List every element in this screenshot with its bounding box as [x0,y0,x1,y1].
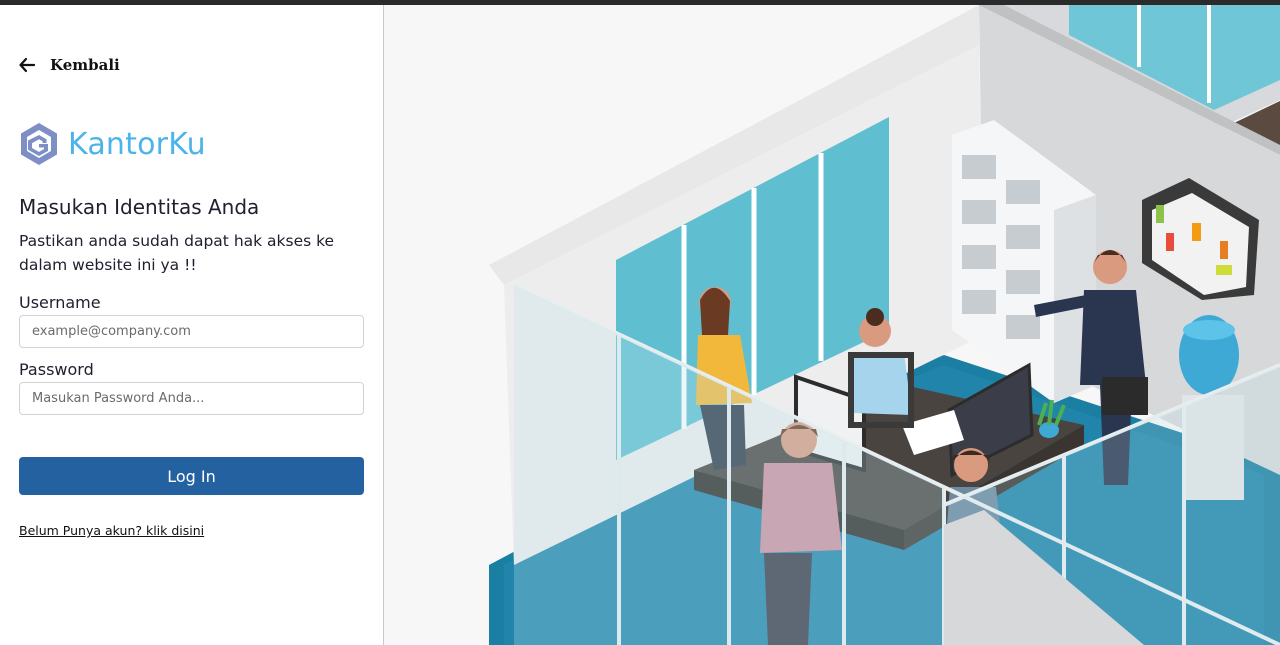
form-subtitle: Pastikan anda sudah dapat hak akses ke d… [19,232,335,274]
password-label: Password [19,360,94,379]
arrow-left-icon [19,57,36,73]
username-input[interactable] [19,315,364,348]
back-label: Kembali [50,56,120,74]
login-button[interactable]: Log In [19,457,364,495]
register-link[interactable]: Belum Punya akun? klik disini [19,523,204,538]
back-link[interactable]: Kembali [18,55,120,75]
username-label: Username [19,293,101,312]
office-illustration [489,5,1280,645]
password-input[interactable] [19,382,364,415]
login-panel: Kembali KantorKu Masukan Identitas Anda … [0,5,383,645]
office-illustration-panel [384,5,1280,645]
brand-logo: KantorKu [18,121,206,167]
hexagon-g-logo-icon [21,123,57,165]
form-title: Masukan Identitas Anda [19,195,260,219]
brand-name: KantorKu [68,126,206,162]
